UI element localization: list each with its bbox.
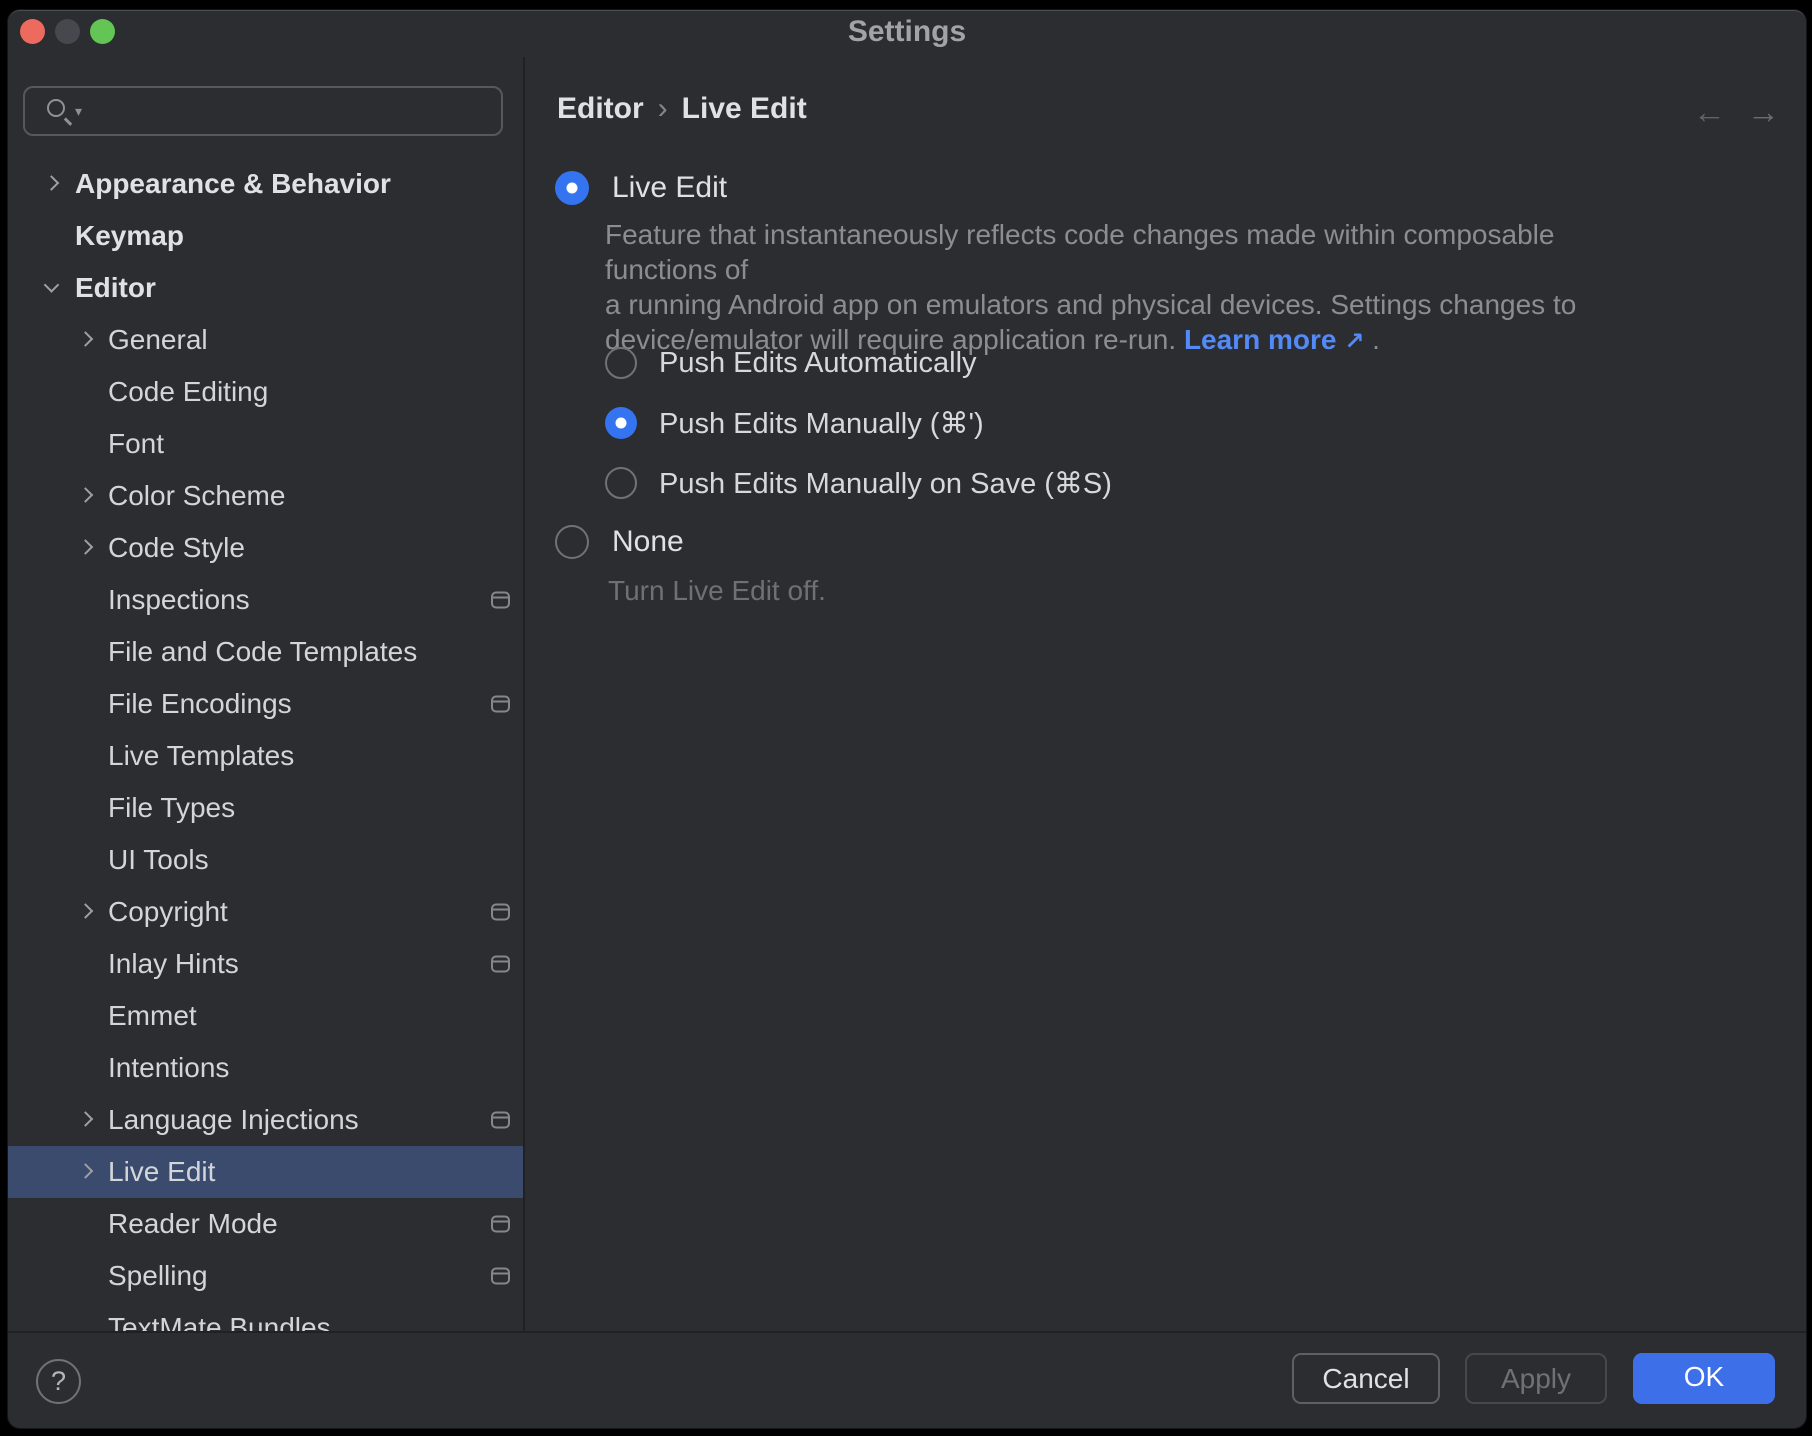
sidebar-item-label: Spelling — [108, 1260, 208, 1292]
sidebar-item-general[interactable]: General — [8, 314, 523, 366]
sidebar-item-font[interactable]: Font — [8, 418, 523, 470]
radio-none[interactable] — [555, 525, 589, 559]
sidebar-item-label: Live Edit — [108, 1156, 215, 1188]
live-edit-description: Feature that instantaneously reflects co… — [605, 217, 1585, 359]
chevron-right-icon[interactable] — [78, 331, 94, 347]
chevron-right-icon[interactable] — [78, 1163, 94, 1179]
sidebar-item-intentions[interactable]: Intentions — [8, 1042, 523, 1094]
chevron-right-icon[interactable] — [44, 175, 60, 191]
sidebar-item-file-types[interactable]: File Types — [8, 782, 523, 834]
sidebar-item-label: Inlay Hints — [108, 948, 239, 980]
sidebar-item-label: Color Scheme — [108, 480, 285, 512]
per-project-settings-icon — [491, 696, 510, 713]
sidebar-tree: Appearance & Behavior Keymap Editor General… — [8, 158, 523, 1331]
sidebar-item-code-style[interactable]: Code Style — [8, 522, 523, 574]
breadcrumb: Editor›Live Edit — [557, 91, 807, 127]
sidebar-item-label: Appearance & Behavior — [75, 168, 391, 200]
external-link-icon: ↗ — [1344, 328, 1364, 355]
per-project-settings-icon — [491, 1216, 510, 1233]
cancel-button[interactable]: Cancel — [1292, 1353, 1440, 1404]
sidebar-item-language-injections[interactable]: Language Injections — [8, 1094, 523, 1146]
none-option[interactable]: None — [555, 524, 684, 560]
history-forward-icon[interactable]: → — [1747, 95, 1780, 128]
live-edit-option[interactable]: Live Edit — [555, 170, 727, 206]
per-project-settings-icon — [491, 1112, 510, 1129]
search-options-caret-icon[interactable]: ▾ — [75, 103, 82, 120]
radio-push-edits-manually-on-save-s[interactable] — [605, 467, 637, 499]
sidebar-item-inlay-hints[interactable]: Inlay Hints — [8, 938, 523, 990]
settings-sidebar: ▾ Appearance & Behavior Keymap Editor Gener… — [8, 11, 523, 1331]
option-label: Push Edits Manually on Save (⌘S) — [659, 466, 1112, 501]
option-push-edits-manually[interactable]: Push Edits Manually (⌘') — [605, 405, 984, 441]
sidebar-item-label: Copyright — [108, 896, 228, 928]
radio-push-edits-automatically[interactable] — [605, 347, 637, 379]
sidebar-item-label: Keymap — [75, 220, 184, 252]
search-icon — [47, 99, 65, 117]
chevron-right-icon[interactable] — [78, 903, 94, 919]
sidebar-item-copyright[interactable]: Copyright — [8, 886, 523, 938]
per-project-settings-icon — [491, 1268, 510, 1285]
sidebar-item-label: UI Tools — [108, 844, 209, 876]
sidebar-item-label: Inspections — [108, 584, 250, 616]
sidebar-item-spelling[interactable]: Spelling — [8, 1250, 523, 1302]
per-project-settings-icon — [491, 904, 510, 921]
sidebar-item-appearance-behavior[interactable]: Appearance & Behavior — [8, 158, 523, 210]
option-label: Push Edits Manually (⌘') — [659, 406, 984, 441]
chevron-right-icon[interactable] — [78, 539, 94, 555]
sidebar-item-editor[interactable]: Editor — [8, 262, 523, 314]
sidebar-item-textmate-bundles[interactable]: TextMate Bundles — [8, 1302, 523, 1331]
settings-window: Settings ▾ Appearance & BehaviorKeymapEd… — [8, 10, 1806, 1428]
sidebar-item-label: File and Code Templates — [108, 636, 417, 668]
sidebar-item-label: File Encodings — [108, 688, 292, 720]
sidebar-item-ui-tools[interactable]: UI Tools — [8, 834, 523, 886]
none-hint: Turn Live Edit off. — [608, 575, 826, 607]
none-label: None — [612, 525, 684, 559]
sidebar-item-label: Language Injections — [108, 1104, 359, 1136]
sidebar-item-live-templates[interactable]: Live Templates — [8, 730, 523, 782]
settings-content: Editor›Live Edit ← → Live Edit Feature t… — [525, 11, 1806, 1331]
sidebar-item-code-editing[interactable]: Code Editing — [8, 366, 523, 418]
sidebar-item-label: Live Templates — [108, 740, 294, 772]
sidebar-item-label: Reader Mode — [108, 1208, 278, 1240]
sidebar-item-label: File Types — [108, 792, 235, 824]
history-back-icon[interactable]: ← — [1693, 95, 1726, 128]
chevron-right-icon[interactable] — [78, 487, 94, 503]
sidebar-item-keymap[interactable]: Keymap — [8, 210, 523, 262]
breadcrumb-current: Live Edit — [682, 92, 807, 125]
sidebar-item-label: Editor — [75, 272, 156, 304]
option-push-edits-automatically[interactable]: Push Edits Automatically — [605, 345, 977, 381]
sidebar-item-color-scheme[interactable]: Color Scheme — [8, 470, 523, 522]
option-label: Push Edits Automatically — [659, 347, 977, 380]
sidebar-item-inspections[interactable]: Inspections — [8, 574, 523, 626]
breadcrumb-parent[interactable]: Editor — [557, 92, 644, 125]
sidebar-item-live-edit[interactable]: Live Edit — [8, 1146, 523, 1198]
breadcrumb-separator-icon: › — [644, 92, 682, 125]
chevron-down-icon[interactable] — [44, 277, 60, 293]
chevron-right-icon[interactable] — [78, 1111, 94, 1127]
per-project-settings-icon — [491, 592, 510, 609]
sidebar-item-label: Emmet — [108, 1000, 197, 1032]
sidebar-item-emmet[interactable]: Emmet — [8, 990, 523, 1042]
footer-divider — [8, 1331, 1806, 1333]
radio-live-edit[interactable] — [555, 171, 589, 205]
apply-button[interactable]: Apply — [1465, 1353, 1607, 1404]
sidebar-item-file-and-code-templates[interactable]: File and Code Templates — [8, 626, 523, 678]
sidebar-item-file-encodings[interactable]: File Encodings — [8, 678, 523, 730]
sidebar-item-label: Font — [108, 428, 164, 460]
sidebar-item-reader-mode[interactable]: Reader Mode — [8, 1198, 523, 1250]
sidebar-item-label: TextMate Bundles — [108, 1312, 331, 1331]
sidebar-item-label: Code Editing — [108, 376, 268, 408]
option-push-edits-manually-on-save-s[interactable]: Push Edits Manually on Save (⌘S) — [605, 465, 1112, 501]
learn-more-link[interactable]: Learn more ↗ — [1184, 324, 1364, 355]
sidebar-item-label: Intentions — [108, 1052, 229, 1084]
help-button[interactable]: ? — [36, 1359, 81, 1404]
per-project-settings-icon — [491, 956, 510, 973]
radio-push-edits-manually[interactable] — [605, 407, 637, 439]
ok-button[interactable]: OK — [1633, 1353, 1775, 1404]
search-input[interactable] — [99, 92, 495, 132]
sidebar-item-label: Code Style — [108, 532, 245, 564]
sidebar-item-label: General — [108, 324, 208, 356]
live-edit-label: Live Edit — [612, 171, 727, 205]
settings-search[interactable]: ▾ — [23, 86, 503, 136]
